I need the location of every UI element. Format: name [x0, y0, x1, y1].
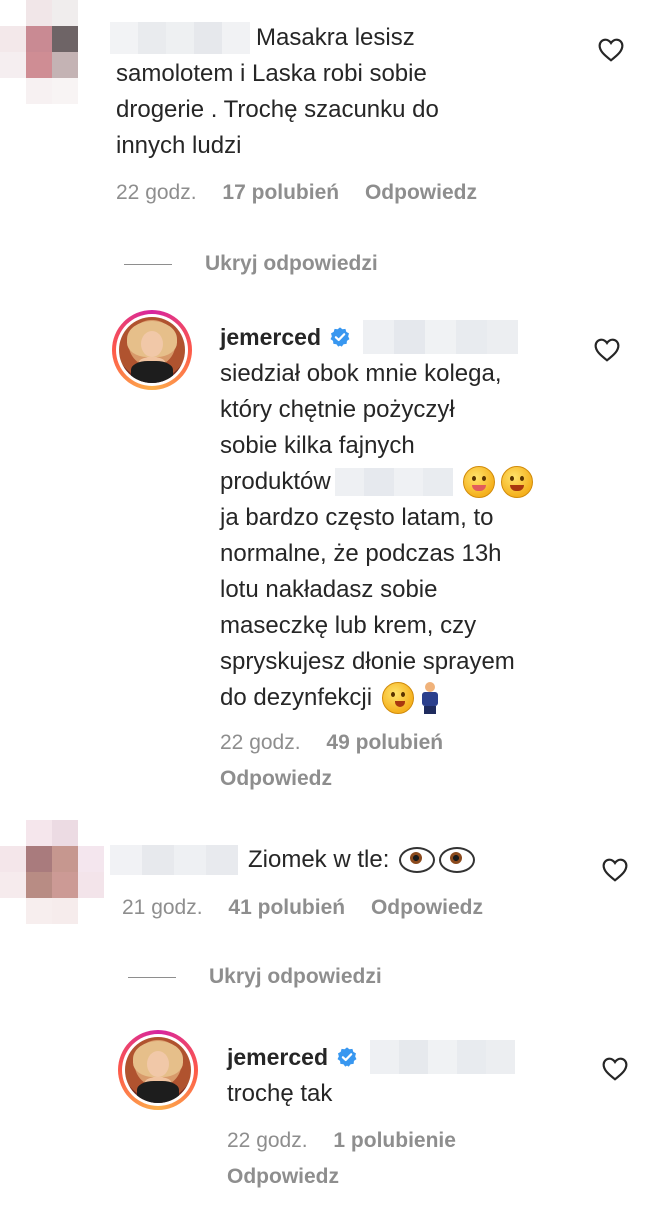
heart-outline-icon[interactable] — [594, 338, 620, 362]
reply-likes[interactable]: 49 polubień — [326, 731, 443, 754]
comment-time: 21 godz. — [122, 896, 203, 919]
profile-photo — [119, 317, 185, 383]
reply-button[interactable]: Odpowiedz — [220, 767, 332, 790]
censored-username — [110, 845, 238, 875]
reply-time: 22 godz. — [227, 1129, 308, 1152]
tongue-face-emoji — [462, 466, 495, 498]
commenter-avatar[interactable] — [0, 0, 104, 104]
profile-photo — [125, 1037, 191, 1103]
reply-header: jemerced — [220, 320, 519, 354]
comment-text: Masakra lesisz samolotem i Laska robi so… — [116, 24, 439, 159]
heart-outline-icon[interactable] — [602, 858, 628, 882]
commenter-avatar[interactable] — [0, 820, 104, 924]
comment-time: 22 godz. — [116, 181, 197, 204]
comment-meta: 21 godz. 41 polubień Odpowiedz — [122, 893, 483, 923]
reply-text: trochę tak — [227, 1080, 333, 1107]
hide-replies-line — [124, 264, 172, 265]
reply-username[interactable]: jemerced — [227, 1044, 328, 1071]
reply-avatar[interactable] — [112, 310, 192, 390]
smirk-face-emoji — [382, 682, 415, 714]
reply-username[interactable]: jemerced — [220, 324, 321, 351]
censored-username — [370, 1040, 516, 1074]
eye-emoji — [439, 847, 476, 873]
comment-row: Ziomek w tle: — [110, 842, 476, 878]
reply-meta: 22 godz. 49 polubień — [220, 728, 540, 758]
heart-outline-icon[interactable] — [602, 1057, 628, 1081]
comment-likes[interactable]: 41 polubień — [228, 896, 345, 919]
hide-replies-button[interactable]: Ukryj odpowiedzi — [209, 965, 382, 989]
censored-username — [363, 320, 519, 354]
heart-outline-icon[interactable] — [598, 38, 624, 62]
hide-replies-line — [128, 977, 176, 978]
eye-emoji — [399, 847, 436, 873]
reply-header: jemerced — [227, 1040, 516, 1074]
person-emoji — [420, 682, 440, 714]
reply-time: 22 godz. — [220, 731, 301, 754]
reply-likes[interactable]: 1 polubienie — [333, 1129, 456, 1152]
reply-text: siedział obok mnie kolega, który chętnie… — [220, 356, 580, 716]
hide-replies-button[interactable]: Ukryj odpowiedzi — [205, 252, 378, 276]
comment-likes[interactable]: 17 polubień — [222, 181, 339, 204]
reply-button[interactable]: Odpowiedz — [365, 181, 477, 204]
reply-button[interactable]: Odpowiedz — [371, 896, 483, 919]
verified-badge-icon — [330, 327, 350, 347]
hugging-face-emoji — [500, 466, 533, 498]
reply-meta: 22 godz. 1 polubienie — [227, 1126, 547, 1156]
comment-text: Ziomek w tle: — [248, 846, 390, 873]
verified-badge-icon — [337, 1047, 357, 1067]
comment-meta: 22 godz. 17 polubień Odpowiedz — [116, 178, 477, 208]
reply-button[interactable]: Odpowiedz — [227, 1165, 339, 1188]
reply-avatar[interactable] — [118, 1030, 198, 1110]
censored-text — [334, 468, 453, 496]
